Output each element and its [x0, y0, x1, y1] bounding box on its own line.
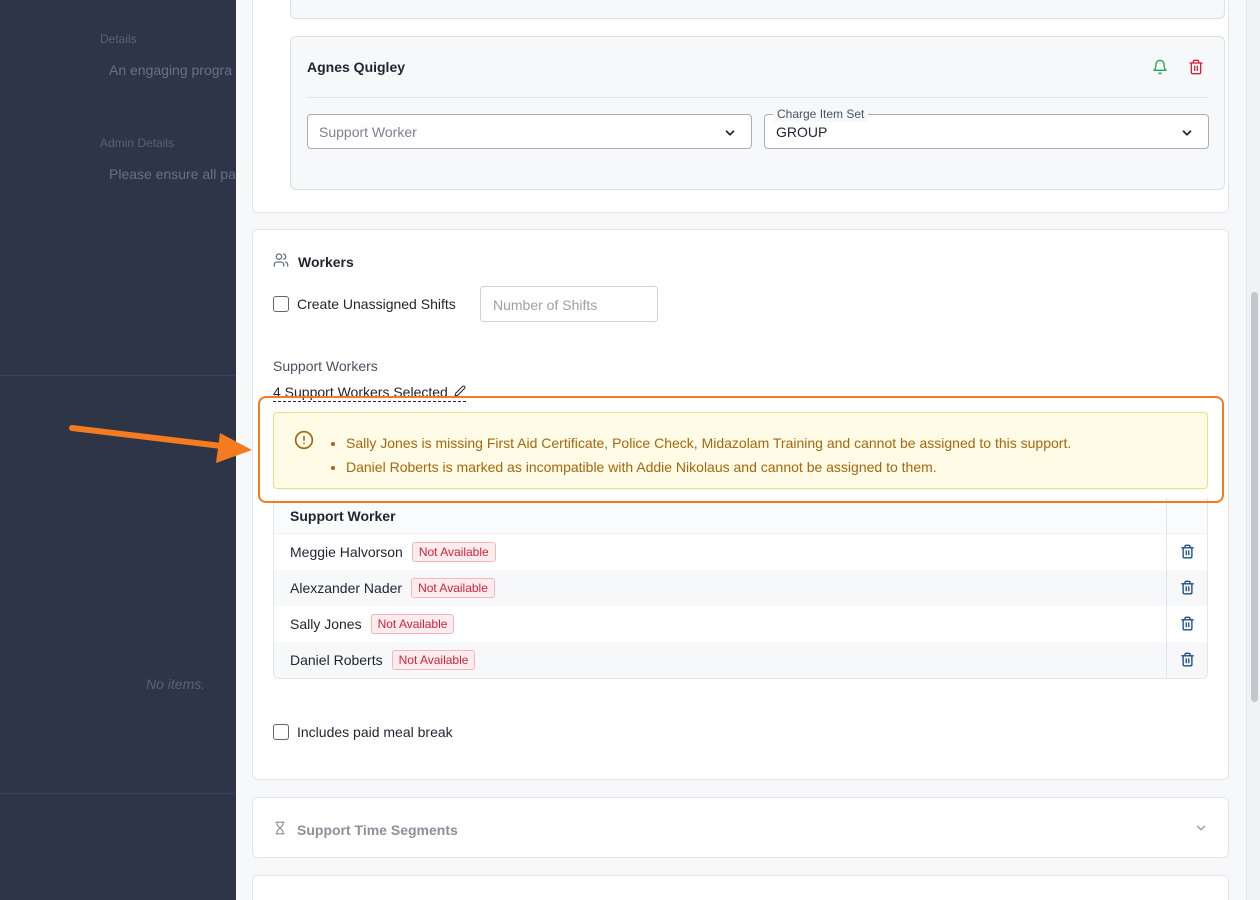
support-worker-select[interactable]: Support Worker — [307, 114, 752, 149]
participant-name: Agnes Quigley — [307, 59, 406, 75]
table-row: Sally Jones Not Available — [274, 606, 1207, 642]
chevron-down-icon — [1180, 126, 1194, 145]
meal-break-row: Includes paid meal break — [273, 724, 453, 740]
delete-participant-icon[interactable] — [1188, 59, 1204, 80]
support-workers-selected-text: 4 Support Workers Selected — [273, 384, 448, 400]
workers-section-title: Workers — [273, 252, 354, 271]
details-label: Details — [100, 32, 137, 46]
create-unassigned-shifts-label: Create Unassigned Shifts — [297, 296, 456, 312]
divider — [0, 793, 236, 794]
support-time-segments-title: Support Time Segments — [273, 820, 458, 839]
admin-details-label: Admin Details — [100, 136, 175, 150]
support-workers-table: Support Worker Meggie Halvorson Not Avai… — [273, 498, 1208, 679]
status-badge: Not Available — [411, 542, 496, 562]
status-badge: Not Available — [370, 614, 455, 634]
warning-alert: Sally Jones is missing First Aid Certifi… — [273, 412, 1208, 489]
divider — [0, 375, 236, 376]
details-text: An engaging progra — [109, 62, 232, 78]
status-badge: Not Available — [411, 578, 495, 598]
users-icon — [273, 252, 289, 271]
table-header: Support Worker — [274, 498, 1207, 534]
workers-card: Workers Create Unassigned Shifts Number … — [252, 229, 1229, 780]
next-section-card — [252, 875, 1229, 900]
warning-item: Sally Jones is missing First Aid Certifi… — [346, 431, 1071, 455]
create-unassigned-shifts-row: Create Unassigned Shifts — [273, 296, 456, 312]
table-row: Daniel Roberts Not Available — [274, 642, 1207, 678]
bell-icon[interactable] — [1152, 59, 1168, 80]
column-header-support-worker: Support Worker — [290, 507, 396, 524]
warning-item: Daniel Roberts is marked as incompatible… — [346, 455, 1071, 479]
scrollbar-thumb[interactable] — [1251, 292, 1258, 702]
table-row: Meggie Halvorson Not Available — [274, 534, 1207, 570]
hourglass-icon — [273, 820, 287, 839]
scrollbar[interactable] — [1246, 0, 1260, 900]
meal-break-label: Includes paid meal break — [297, 724, 453, 740]
alert-circle-icon — [294, 430, 314, 455]
workers-title: Workers — [298, 253, 354, 270]
worker-name: Sally Jones — [290, 616, 362, 632]
trash-icon[interactable] — [1180, 616, 1195, 634]
worker-name: Meggie Halvorson — [290, 544, 403, 560]
support-workers-label: Support Workers — [273, 358, 378, 374]
worker-name: Daniel Roberts — [290, 652, 383, 668]
pencil-icon — [454, 384, 466, 400]
empty-state: No items. — [146, 676, 206, 692]
create-unassigned-shifts-checkbox[interactable] — [273, 296, 289, 312]
worker-name: Alexzander Nader — [290, 580, 403, 596]
participant-card: Agnes Quigley Support Worker Charge Item… — [290, 36, 1225, 190]
drawer-panel: Agnes Quigley Support Worker Charge Item… — [236, 0, 1260, 900]
chevron-down-icon — [723, 126, 737, 145]
trash-icon[interactable] — [1180, 580, 1195, 598]
warning-list: Sally Jones is missing First Aid Certifi… — [346, 431, 1071, 479]
divider — [307, 97, 1208, 98]
support-workers-selected-link[interactable]: 4 Support Workers Selected — [273, 384, 466, 402]
charge-item-set-value: GROUP — [776, 124, 828, 140]
meal-break-checkbox[interactable] — [273, 724, 289, 740]
number-of-shifts-input[interactable]: Number of Shifts — [480, 286, 658, 322]
support-time-segments-label: Support Time Segments — [297, 821, 458, 838]
participant-card-previous — [290, 0, 1225, 19]
number-of-shifts-placeholder: Number of Shifts — [493, 297, 598, 313]
status-badge: Not Available — [391, 650, 476, 670]
annotation-arrow — [69, 425, 252, 463]
table-row: Alexzander Nader Not Available — [274, 570, 1207, 606]
participants-card: Agnes Quigley Support Worker Charge Item… — [252, 0, 1229, 213]
admin-details-text: Please ensure all pa — [109, 166, 236, 182]
charge-item-set-label: Charge Item Set — [773, 106, 869, 122]
chevron-down-icon[interactable] — [1194, 821, 1208, 840]
trash-icon[interactable] — [1180, 652, 1195, 670]
support-time-segments-card[interactable]: Support Time Segments — [252, 797, 1229, 858]
trash-icon[interactable] — [1180, 544, 1195, 562]
support-worker-placeholder: Support Worker — [319, 124, 417, 140]
charge-item-set-select[interactable]: Charge Item Set GROUP — [764, 106, 1209, 149]
